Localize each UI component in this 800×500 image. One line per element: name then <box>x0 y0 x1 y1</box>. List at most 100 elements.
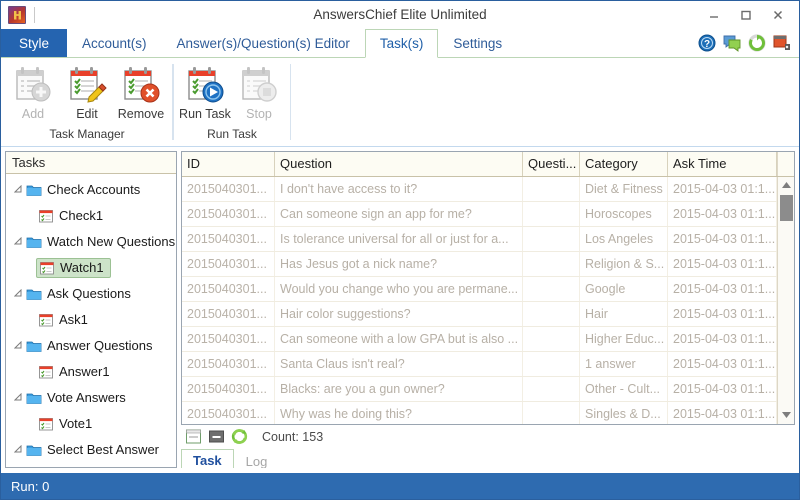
stop-task-button[interactable]: Stop <box>233 62 285 121</box>
grid-header-row: ID Question Questi... Category Ask Time <box>182 151 794 177</box>
tab-accounts[interactable]: Account(s) <box>67 29 162 57</box>
collapse-all-icon[interactable] <box>208 428 225 445</box>
cell-category: Higher Educ... <box>580 326 668 351</box>
expand-all-icon[interactable] <box>185 428 202 445</box>
tree-node-vote-answers[interactable]: Vote Answers <box>6 385 176 411</box>
window-icon[interactable] <box>773 34 791 52</box>
refresh-icon[interactable] <box>231 428 248 445</box>
tab-tasks[interactable]: Task(s) <box>364 29 439 58</box>
cell-ask-time: 2015-04-03 01:1... <box>668 301 777 326</box>
cell-questi <box>523 176 580 201</box>
column-header-category[interactable]: Category <box>580 151 668 176</box>
cell-questi <box>523 226 580 251</box>
tree-node-answer-questions[interactable]: Answer Questions <box>6 333 176 359</box>
table-row[interactable]: 2015040301... Would you change who you a… <box>182 276 777 302</box>
cell-ask-time: 2015-04-03 01:1... <box>668 251 777 276</box>
tree-node-label: Watch New Questions <box>47 234 176 250</box>
cell-question: Is tolerance universal for all or just f… <box>275 226 523 251</box>
table-row[interactable]: 2015040301... Can someone sign an app fo… <box>182 201 777 227</box>
cell-category: Religion & S... <box>580 251 668 276</box>
table-row[interactable]: 2015040301... Is tolerance universal for… <box>182 226 777 252</box>
expander-icon[interactable] <box>12 339 25 352</box>
cell-id: 2015040301... <box>182 351 275 376</box>
column-header-id[interactable]: ID <box>182 151 275 176</box>
main-content: Tasks Check Accounts Check1 Watch New Qu… <box>1 146 799 474</box>
tasks-tree: Check Accounts Check1 Watch New Question… <box>6 174 176 467</box>
cell-ask-time: 2015-04-03 01:1... <box>668 401 777 424</box>
tab-settings[interactable]: Settings <box>438 29 517 57</box>
table-row[interactable]: 2015040301... Why was he doing this? Sin… <box>182 401 777 424</box>
cell-ask-time: 2015-04-03 01:1... <box>668 176 777 201</box>
tree-node-label: Watch1 <box>60 260 104 276</box>
remove-task-label: Remove <box>117 107 165 121</box>
scroll-up-icon[interactable] <box>778 177 795 194</box>
table-row[interactable]: 2015040301... Can someone with a low GPA… <box>182 326 777 352</box>
message-icon[interactable] <box>723 34 741 52</box>
tree-node-watch-new-questions[interactable]: Watch New Questions <box>6 229 176 255</box>
update-icon[interactable] <box>748 34 766 52</box>
run-status-label: Run: 0 <box>11 478 50 494</box>
expander-icon[interactable] <box>12 235 25 248</box>
cell-ask-time: 2015-04-03 01:1... <box>668 226 777 251</box>
cell-id: 2015040301... <box>182 251 275 276</box>
tab-style[interactable]: Style <box>1 29 68 57</box>
expander-icon[interactable] <box>12 443 25 456</box>
tree-node-vote1[interactable]: Vote1 <box>6 411 176 437</box>
add-task-label: Add <box>21 107 45 121</box>
table-row[interactable]: 2015040301... Santa Claus isn't real? 1 … <box>182 351 777 377</box>
tree-node-answer1[interactable]: Answer1 <box>6 359 176 385</box>
table-row[interactable]: 2015040301... Blacks: are you a gun owne… <box>182 376 777 402</box>
grid-vertical-scrollbar[interactable] <box>777 176 795 424</box>
tree-node-check1[interactable]: Check1 <box>6 203 176 229</box>
ribbon-tab-bar: Style Account(s) Answer(s)/Question(s) E… <box>1 29 799 58</box>
cell-question: Santa Claus isn't real? <box>275 351 523 376</box>
folder-icon <box>26 237 42 248</box>
cell-id: 2015040301... <box>182 401 275 424</box>
scrollbar-thumb[interactable] <box>779 194 793 221</box>
title-divider <box>34 6 35 23</box>
table-row[interactable]: 2015040301... Hair color suggestions? Ha… <box>182 301 777 327</box>
tasks-detail-panel: ID Question Questi... Category Ask Time … <box>181 150 795 474</box>
edit-task-button[interactable]: Edit <box>61 62 113 121</box>
cell-id: 2015040301... <box>182 301 275 326</box>
column-header-questi[interactable]: Questi... <box>523 151 580 176</box>
task-icon <box>40 262 54 275</box>
cell-category: Horoscopes <box>580 201 668 226</box>
grid-footer-toolbar: Count: 153 <box>181 425 795 449</box>
maximize-icon[interactable] <box>731 3 761 27</box>
cell-category: Hair <box>580 301 668 326</box>
tree-node-label: Ask1 <box>59 312 88 328</box>
expander-icon[interactable] <box>12 391 25 404</box>
tree-node-select-best-answer[interactable]: Select Best Answer <box>6 437 176 463</box>
tree-node-check-accounts[interactable]: Check Accounts <box>6 177 176 203</box>
help-icon[interactable]: ? <box>698 34 716 52</box>
folder-icon <box>26 393 42 404</box>
folder-icon <box>26 289 42 300</box>
tab-answers-questions-editor[interactable]: Answer(s)/Question(s) Editor <box>162 29 365 57</box>
table-row[interactable]: 2015040301... I don't have access to it?… <box>182 176 777 202</box>
expander-icon[interactable] <box>12 183 25 196</box>
close-icon[interactable] <box>763 3 793 27</box>
svg-text:?: ? <box>704 39 710 50</box>
cell-category: Google <box>580 276 668 301</box>
expander-icon[interactable] <box>12 287 25 300</box>
scroll-down-icon[interactable] <box>778 407 795 424</box>
column-header-question[interactable]: Question <box>275 151 523 176</box>
run-task-button[interactable]: Run Task <box>179 62 231 121</box>
tree-node-ask-questions[interactable]: Ask Questions <box>6 281 176 307</box>
cell-id: 2015040301... <box>182 276 275 301</box>
column-header-ask-time[interactable]: Ask Time <box>668 151 777 176</box>
task-icon <box>39 314 53 327</box>
cell-questi <box>523 201 580 226</box>
table-row[interactable]: 2015040301... Has Jesus got a nick name?… <box>182 251 777 277</box>
cell-category: Los Angeles <box>580 226 668 251</box>
tree-node-watch1[interactable]: Watch1 <box>6 255 176 281</box>
task-icon <box>39 366 53 379</box>
tree-node-best1[interactable]: Best1 <box>6 463 176 467</box>
remove-task-button[interactable]: Remove <box>115 62 167 121</box>
cell-id: 2015040301... <box>182 201 275 226</box>
tree-node-ask1[interactable]: Ask1 <box>6 307 176 333</box>
minimize-icon[interactable] <box>699 3 729 27</box>
app-logo-icon <box>8 5 26 24</box>
add-task-button[interactable]: Add <box>7 62 59 121</box>
